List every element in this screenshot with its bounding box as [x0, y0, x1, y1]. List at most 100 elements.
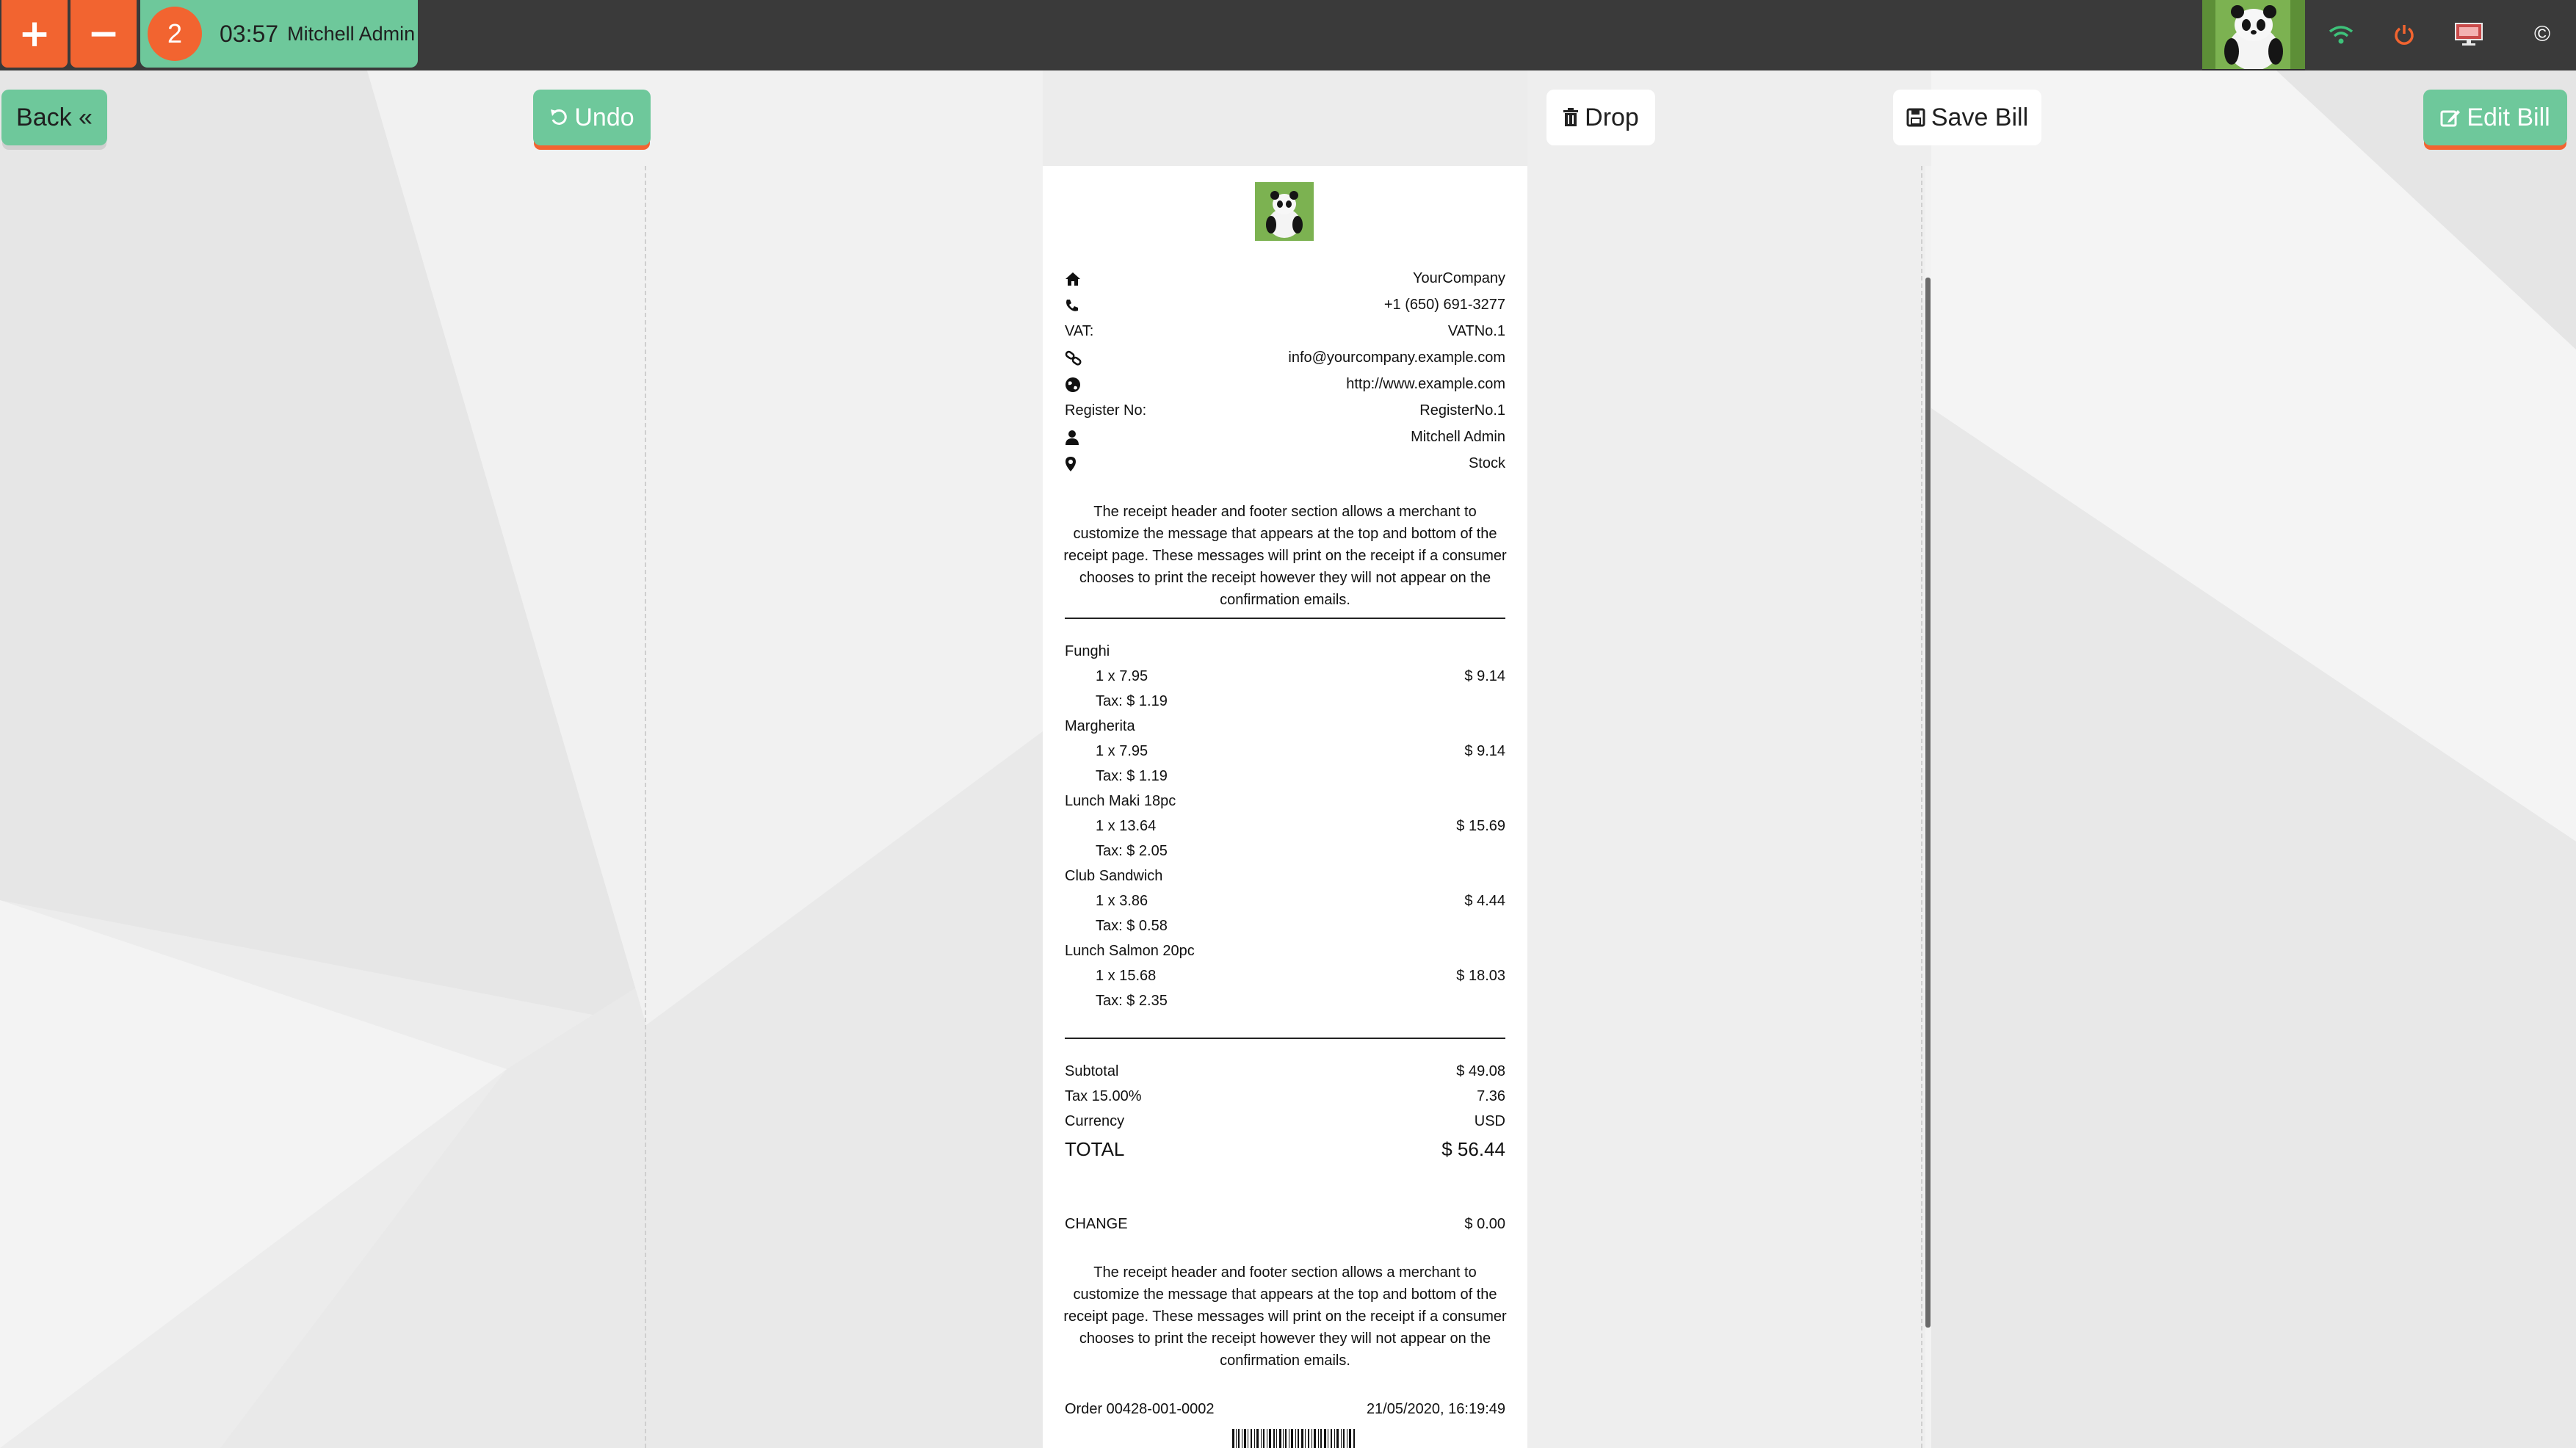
product-name: Lunch Maki 18pc: [1065, 793, 1176, 809]
location-name: Stock: [1468, 455, 1505, 471]
line-name: Club Sandwich: [1065, 868, 1505, 885]
wifi-icon[interactable]: [2323, 16, 2359, 53]
trash-icon: [1563, 108, 1579, 127]
save-bill-button-label: Save Bill: [1931, 103, 2029, 131]
map-marker-icon: [1065, 456, 1077, 472]
monitor-icon[interactable]: [2450, 16, 2487, 53]
product-price: $ 4.44: [1464, 893, 1505, 909]
website-row: http://www.example.com: [1065, 376, 1505, 393]
phone-row: +1 (650) 691-3277: [1065, 297, 1505, 314]
vat-row: VAT: VATNo.1: [1065, 323, 1505, 340]
currency-label: Currency: [1065, 1113, 1125, 1129]
line-qty-row: 1 x 13.64 $ 15.69: [1065, 818, 1505, 835]
email-row: info@yourcompany.example.com: [1065, 350, 1505, 366]
line-name: Lunch Maki 18pc: [1065, 793, 1505, 810]
total-value: $ 56.44: [1441, 1138, 1505, 1160]
order-time: 03:57: [220, 20, 279, 47]
drop-button[interactable]: Drop: [1546, 90, 1655, 145]
change-value: $ 0.00: [1464, 1216, 1505, 1232]
register-value: RegisterNo.1: [1419, 402, 1505, 419]
user-avatar[interactable]: [2202, 0, 2305, 70]
line-name: Margherita: [1065, 718, 1505, 735]
total-row: TOTAL $ 56.44: [1065, 1138, 1505, 1161]
line-name: Funghi: [1065, 643, 1505, 660]
company-phone: +1 (650) 691-3277: [1383, 297, 1505, 313]
undo-icon: [549, 108, 568, 127]
home-icon: [1065, 272, 1081, 286]
scrollbar-thumb[interactable]: [1925, 278, 1931, 1328]
line-tax-row: Tax: $ 1.19: [1065, 768, 1505, 785]
line-qty-row: 1 x 7.95 $ 9.14: [1065, 743, 1505, 760]
product-name: Club Sandwich: [1065, 868, 1163, 884]
line-tax-row: Tax: $ 1.19: [1065, 693, 1505, 710]
company-name: YourCompany: [1412, 270, 1505, 286]
tax-label: Tax 15.00%: [1065, 1088, 1142, 1104]
remove-order-button[interactable]: −: [70, 0, 137, 68]
barcode: [1232, 1429, 1357, 1448]
line-qty-row: 1 x 7.95 $ 9.14: [1065, 668, 1505, 685]
product-name: Margherita: [1065, 718, 1135, 734]
edit-bill-button[interactable]: Edit Bill: [2423, 90, 2567, 145]
vat-label: VAT:: [1065, 323, 1094, 339]
vat-value: VATNo.1: [1447, 323, 1505, 339]
close-session-button[interactable]: ©: [2524, 16, 2561, 53]
product-qty: 1 x 7.95: [1096, 743, 1148, 759]
order-count-badge: 2: [148, 7, 202, 61]
product-name: Lunch Salmon 20pc: [1065, 943, 1195, 959]
user-icon: [1065, 430, 1079, 446]
product-qty: 1 x 3.86: [1096, 893, 1148, 909]
product-qty: 1 x 7.95: [1096, 668, 1148, 684]
back-button-label: Back «: [16, 103, 93, 131]
receipt-header-message: The receipt header and footer section al…: [1063, 504, 1507, 608]
product-price: $ 9.14: [1464, 668, 1505, 684]
power-icon[interactable]: [2386, 16, 2423, 53]
currency-value: USD: [1474, 1113, 1505, 1129]
divider-right: [1921, 166, 1922, 1448]
line-tax-row: Tax: $ 2.05: [1065, 843, 1505, 860]
edit-bill-button-label: Edit Bill: [2467, 103, 2550, 131]
cashier-row: Mitchell Admin: [1065, 429, 1505, 446]
cashier-name: Mitchell Admin: [1411, 429, 1505, 445]
product-tax: Tax: $ 2.05: [1096, 843, 1168, 859]
product-tax: Tax: $ 1.19: [1096, 768, 1168, 784]
drop-button-label: Drop: [1585, 103, 1639, 131]
divider-left: [645, 166, 646, 1448]
tax-row: Tax 15.00% 7.36: [1065, 1088, 1505, 1105]
add-order-button[interactable]: +: [1, 0, 68, 68]
totals-divider: [1065, 1038, 1505, 1039]
receipt: YourCompany +1 (650) 691-3277 VAT: VATNo…: [1043, 166, 1527, 1448]
line-qty-row: 1 x 15.68 $ 18.03: [1065, 968, 1505, 985]
back-button[interactable]: Back «: [1, 90, 107, 145]
line-name: Lunch Salmon 20pc: [1065, 943, 1505, 960]
edit-icon: [2440, 108, 2461, 127]
company-website: http://www.example.com: [1346, 376, 1505, 392]
order-user: Mitchell Admin: [287, 22, 416, 45]
change-label: CHANGE: [1065, 1216, 1128, 1232]
product-price: $ 18.03: [1456, 968, 1505, 984]
order-reference: Order 00428-001-0002: [1065, 1401, 1215, 1417]
product-qty: 1 x 15.68: [1096, 968, 1157, 984]
tax-value: 7.36: [1477, 1088, 1505, 1104]
phone-icon: [1065, 298, 1079, 313]
company-row: YourCompany: [1065, 270, 1505, 287]
subtotal-value: $ 49.08: [1456, 1063, 1505, 1079]
currency-row: Currency USD: [1065, 1113, 1505, 1130]
order-date: 21/05/2020, 16:19:49: [1366, 1401, 1505, 1417]
order-tab[interactable]: 2 03:57 Mitchell Admin: [140, 0, 418, 68]
product-price: $ 9.14: [1464, 743, 1505, 759]
company-logo: [1255, 182, 1314, 241]
receipt-divider: [1065, 618, 1505, 619]
line-tax-row: Tax: $ 2.35: [1065, 993, 1505, 1010]
product-qty: 1 x 13.64: [1096, 818, 1157, 834]
link-icon: [1065, 350, 1082, 366]
save-bill-button[interactable]: Save Bill: [1893, 90, 2041, 145]
change-row: CHANGE $ 0.00: [1065, 1216, 1505, 1233]
undo-button[interactable]: Undo: [533, 90, 651, 145]
product-tax: Tax: $ 2.35: [1096, 993, 1168, 1009]
top-bar: + − 2 03:57 Mitchell Admin ©: [0, 0, 2576, 70]
product-name: Funghi: [1065, 643, 1110, 659]
product-tax: Tax: $ 0.58: [1096, 918, 1168, 934]
globe-icon: [1065, 377, 1081, 393]
save-icon: [1906, 108, 1925, 127]
register-row: Register No: RegisterNo.1: [1065, 402, 1505, 419]
